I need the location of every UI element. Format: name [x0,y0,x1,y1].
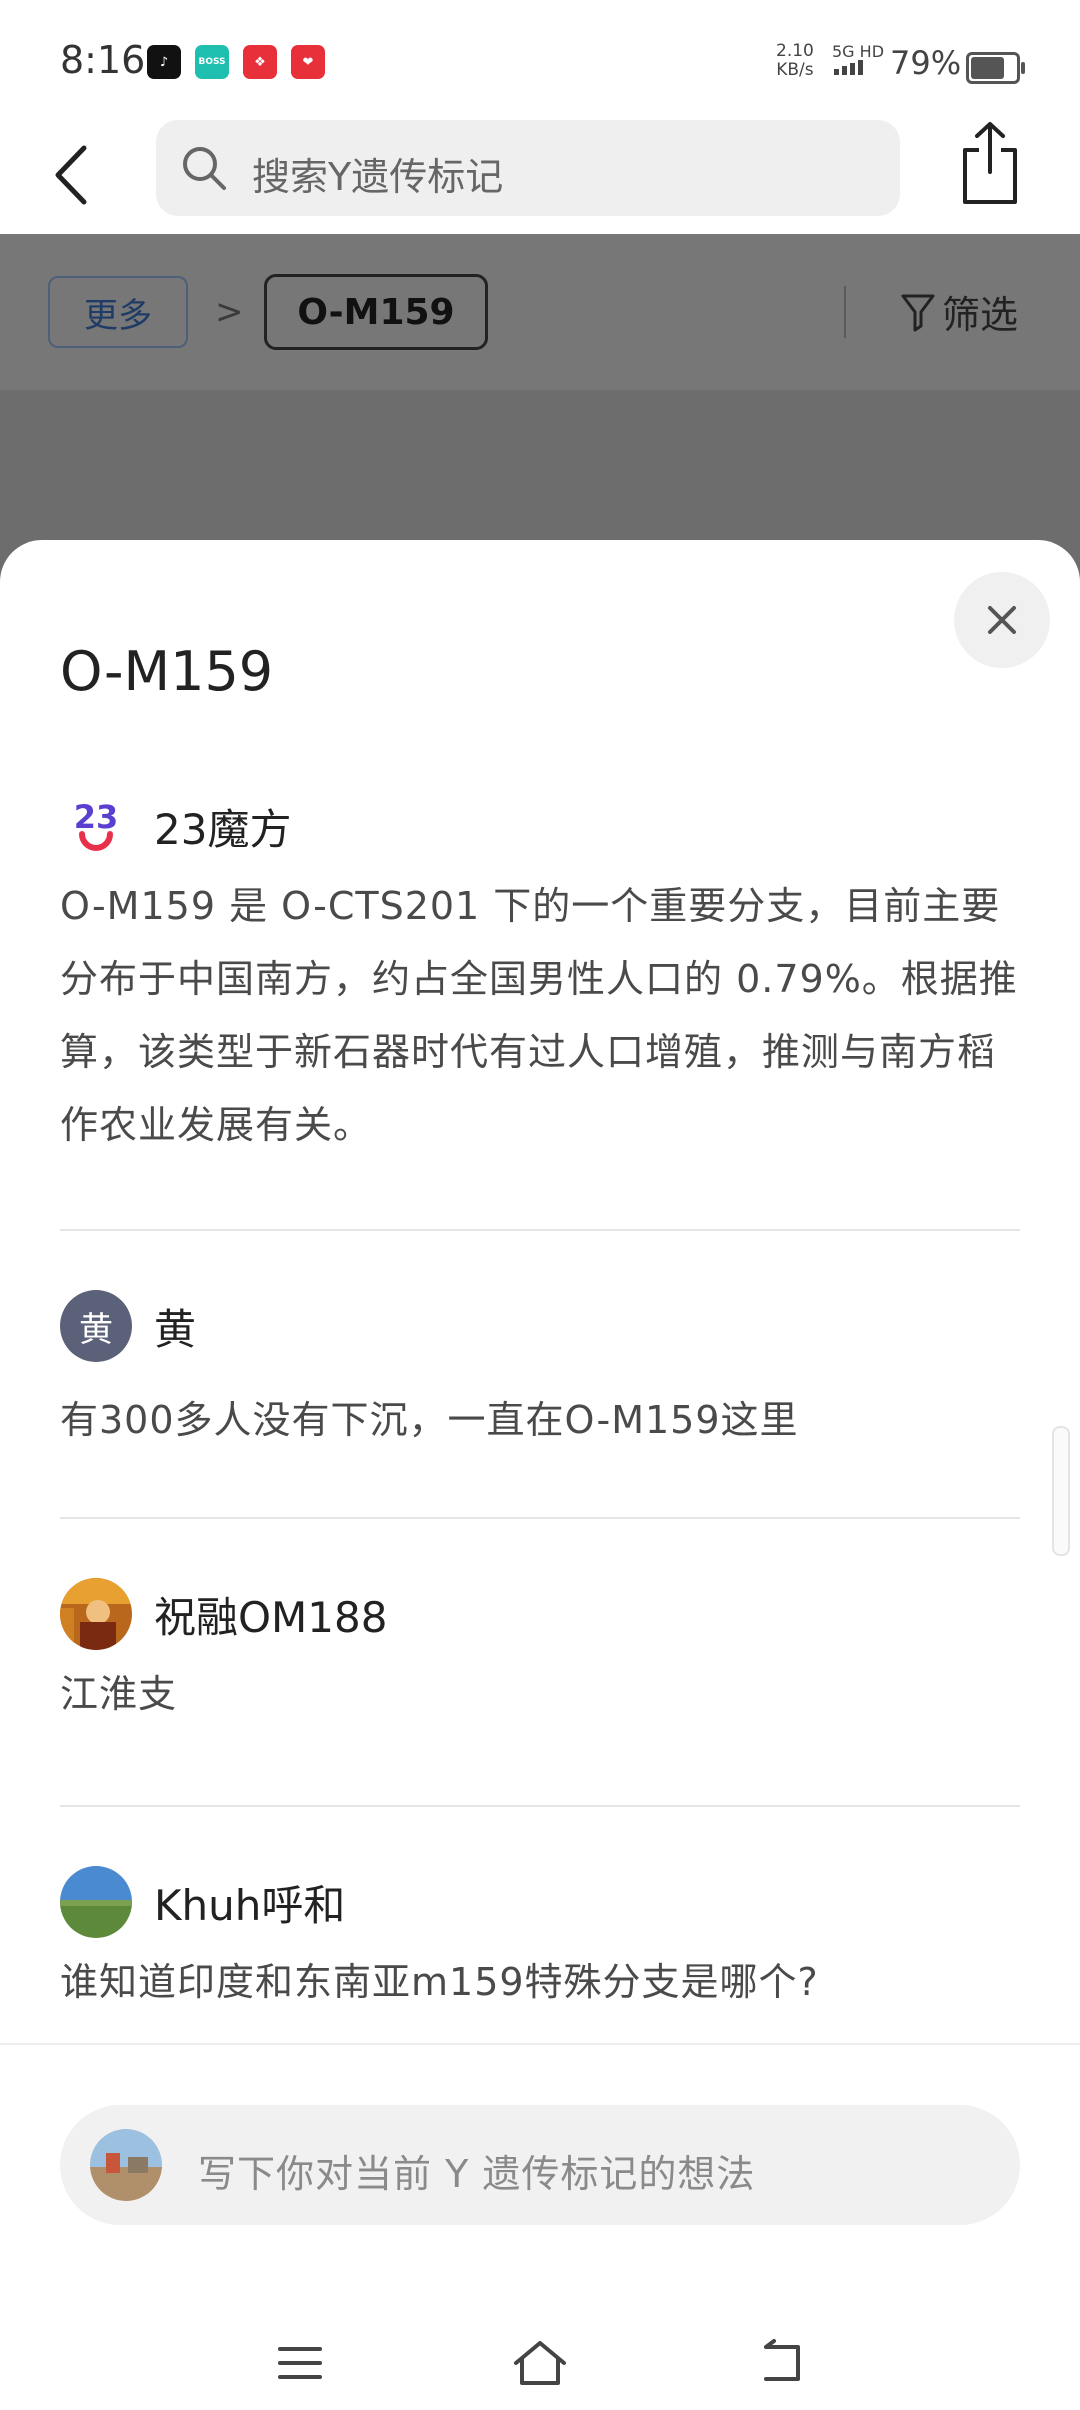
tiktok-icon: ♪ [147,45,181,79]
menu-button[interactable] [270,2333,330,2393]
top-nav: 搜索Y遗传标记 [0,120,1080,234]
breadcrumb: 更多 > O-M159 筛选 [0,234,1080,390]
home-button[interactable] [510,2333,570,2393]
comment-text: 有300多人没有下沉，一直在O-M159这里 [60,1398,799,1442]
avatar-photo-icon [90,2129,162,2201]
scrollbar[interactable] [1052,1426,1070,1556]
search-icon [183,147,226,190]
status-time: 8:16 [60,38,146,82]
filter-button[interactable]: 筛选 [900,284,1018,339]
divider [60,1805,1020,1807]
comment-item: Khuh呼和 谁知道印度和东南亚m159特殊分支是哪个? [60,1866,1020,2019]
net-speed: 2.10 KB/s [776,42,814,80]
avatar[interactable] [60,1578,132,1650]
share-icon [963,122,1017,204]
more-button[interactable]: 更多 [48,276,188,348]
back-button[interactable] [46,140,106,210]
divider [844,286,846,338]
battery-icon [966,52,1025,84]
home-icon [514,2341,566,2385]
avatar-photo-icon [60,1578,132,1650]
svg-text:23: 23 [74,798,119,836]
app-red-icon: ❖ [243,45,277,79]
comment-composer: 写下你对当前 Y 遗传标记的想法 [0,2043,1080,2410]
net-speed-value: 2.10 [776,41,814,61]
comment-text: 江淮支 [60,1672,178,1716]
current-marker-chip[interactable]: O-M159 [264,274,488,350]
divider [60,1229,1020,1231]
share-button[interactable] [955,120,1025,210]
sheet-title: O-M159 [60,640,274,703]
divider [60,1517,1020,1519]
app-red-heart-icon: ❤ [291,45,325,79]
comment-placeholder: 写下你对当前 Y 遗传标记的想法 [198,2152,756,2196]
close-button[interactable] [954,572,1050,668]
comment-text: 谁知道印度和东南亚m159特殊分支是哪个? [60,1960,819,2004]
status-app-icons: ♪ BOSS ❖ ❤ [147,45,325,79]
search-placeholder: 搜索Y遗传标记 [252,155,504,199]
comment-input[interactable]: 写下你对当前 Y 遗传标记的想法 [60,2105,1020,2225]
filter-label: 筛选 [942,293,1019,337]
avatar[interactable] [60,1866,132,1938]
close-icon [988,606,1016,634]
net-speed-unit: KB/s [776,60,814,80]
avatar-photo-icon [60,1866,132,1938]
avatar[interactable]: 黄 [60,1290,132,1362]
boss-icon: BOSS [195,45,229,79]
back-arrow-icon [764,2339,800,2381]
back-nav-button[interactable] [752,2333,812,2393]
comment-username[interactable]: Khuh呼和 [154,1872,345,1933]
avatar[interactable]: 23 [60,790,132,862]
search-input[interactable]: 搜索Y遗传标记 [156,120,900,216]
comment-item: 23 23魔方 O-M159 是 O-CTS201 下的一个重要分支，目前主要分… [60,790,1020,1162]
comment-username[interactable]: 祝融OM188 [154,1584,387,1645]
comment-item: 黄 黄 有300多人没有下沉，一直在O-M159这里 [60,1290,1020,1457]
chevron-right-icon: > [215,292,244,332]
battery-percent: 79% [890,44,962,82]
comment-username[interactable]: 23魔方 [154,796,291,857]
comment-item: 祝融OM188 江淮支 [60,1578,1020,1731]
my-avatar [90,2129,162,2201]
comment-username[interactable]: 黄 [154,1296,196,1357]
status-bar: 8:16 ♪ BOSS ❖ ❤ 2.10 KB/s 5G HD 79% [0,0,1080,120]
menu-icon [278,2347,322,2379]
logo-23-icon: 23 [60,790,132,862]
chevron-left-icon [55,145,87,205]
filter-icon [901,294,935,331]
system-nav-bar [0,2315,1080,2410]
signal-bars-icon [834,60,863,75]
comment-text: O-M159 是 O-CTS201 下的一个重要分支，目前主要分布于中国南方，约… [60,884,1018,1147]
signal-label: 5G HD [832,42,885,61]
